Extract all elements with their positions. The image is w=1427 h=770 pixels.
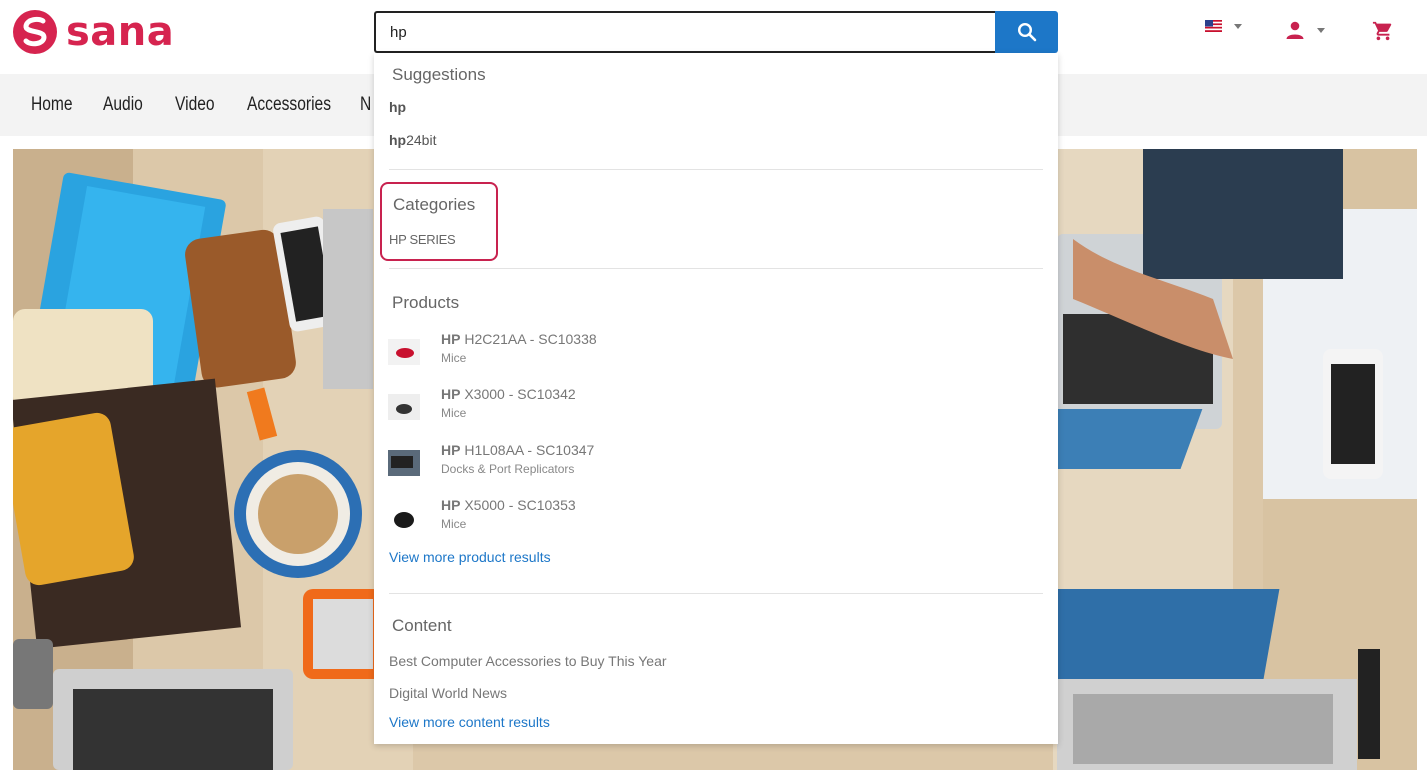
product-name: HP X5000 - SC10353 [441,497,576,513]
nav-item-accessories[interactable]: Accessories [247,94,331,116]
products-title: Products [392,293,460,312]
product-name: HP X3000 - SC10342 [441,386,576,402]
search-bar [374,11,1058,53]
view-more-content-link[interactable]: View more content results [389,714,550,730]
nav-item-partial[interactable]: N [360,94,371,116]
suggestion-rest: 24bit [406,132,437,148]
user-icon [1286,21,1304,39]
divider [389,593,1043,594]
content-title: Content [392,616,452,635]
logo[interactable]: sana [12,9,174,55]
language-selector[interactable] [1205,20,1242,32]
us-flag-icon [1205,20,1222,32]
product-category: Mice [441,517,467,531]
product-result[interactable]: HP H1L08AA - SC10347 Docks & Port Replic… [388,442,1028,488]
categories-section-highlight: Categories HP SERIES [380,182,498,261]
product-thumbnail [388,339,420,365]
product-thumbnail [388,450,420,476]
suggestion-match: hp [389,99,407,115]
nav-item-home[interactable]: Home [31,94,73,116]
suggestions-title: Suggestions [392,65,486,84]
page: sana hp Home Audio Video Accessories N S… [0,0,1427,770]
search-button[interactable] [995,11,1058,53]
product-result[interactable]: HP X5000 - SC10353 Mice [388,497,1028,543]
product-thumbnail [388,394,420,420]
product-category: Mice [441,406,467,420]
cart-icon [1372,21,1392,41]
search-suggestions-dropdown: Suggestions hp hp24bit Categories HP SER… [374,53,1058,744]
suggestion-match: hp [389,132,407,148]
product-name: HP H2C21AA - SC10338 [441,331,597,347]
nav-item-audio[interactable]: Audio [103,94,143,116]
account-menu[interactable] [1285,20,1325,40]
categories-title: Categories [393,195,476,214]
divider [389,268,1043,269]
chevron-down-icon [1234,23,1242,29]
product-result[interactable]: HP H2C21AA - SC10338 Mice [388,331,1028,377]
product-result[interactable]: HP X3000 - SC10342 Mice [388,386,1028,432]
logo-text: sana [66,9,175,55]
content-result[interactable]: Best Computer Accessories to Buy This Ye… [389,653,667,669]
product-category: Mice [441,351,467,365]
product-thumbnail [388,505,420,531]
suggestion-item[interactable]: hp24bit [389,132,436,148]
view-more-products-link[interactable]: View more product results [389,549,551,565]
suggestion-item[interactable]: hp [389,99,406,115]
divider [389,169,1043,170]
chevron-down-icon [1317,27,1325,33]
category-item[interactable]: HP SERIES [389,232,456,247]
nav-item-video[interactable]: Video [175,94,215,116]
cart-button[interactable] [1372,20,1394,42]
product-name: HP H1L08AA - SC10347 [441,442,595,458]
search-icon [1017,22,1036,42]
content-result[interactable]: Digital World News [389,685,507,701]
sana-logo-icon [13,10,57,54]
search-input[interactable] [374,11,995,53]
product-category: Docks & Port Replicators [441,462,575,476]
